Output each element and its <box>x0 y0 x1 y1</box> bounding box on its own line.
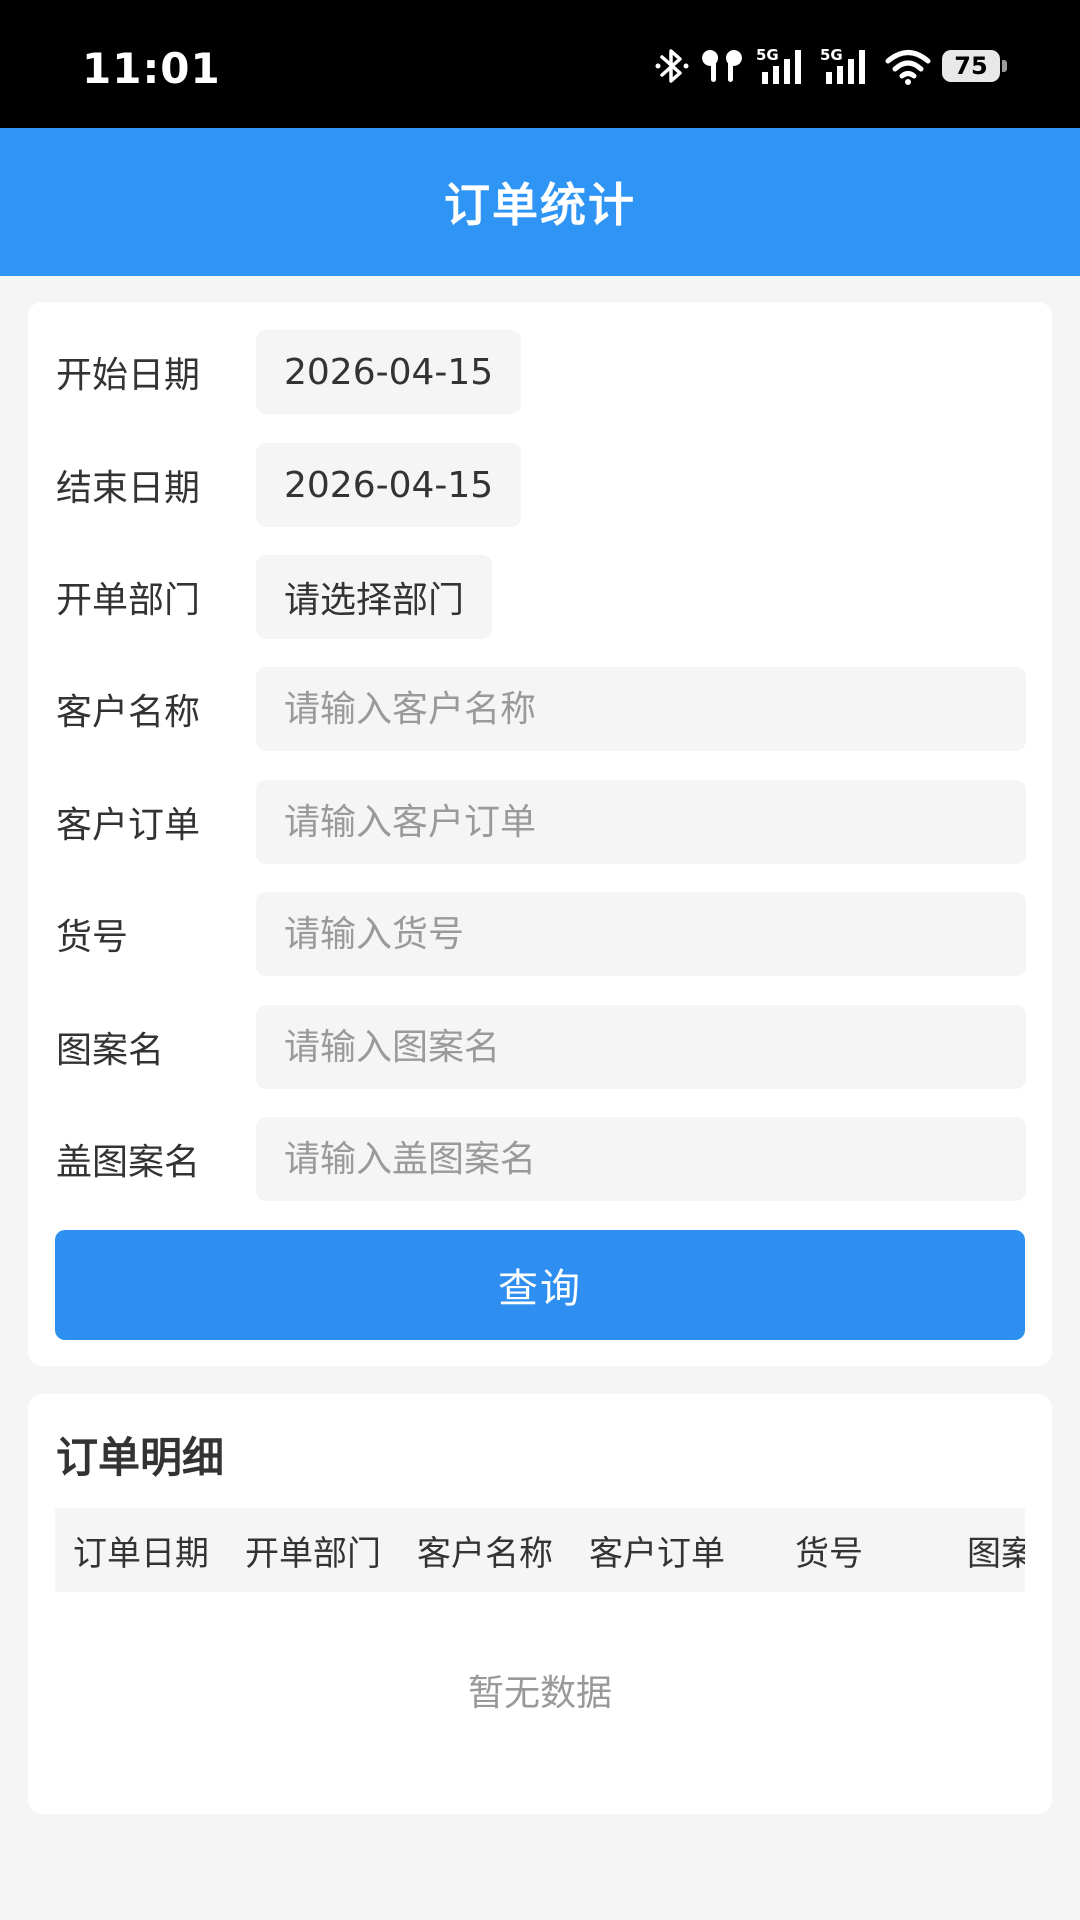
filter-form-card: 开始日期 2026-04-15 结束日期 2026-04-15 开单部门 请选择… <box>28 302 1052 1366</box>
start-date-row: 开始日期 2026-04-15 <box>56 330 522 414</box>
item-no-row: 货号 <box>56 892 1026 976</box>
page-title: 订单统计 <box>444 178 636 232</box>
signal-5g-icon: 5G <box>756 46 801 84</box>
pattern-name-field <box>256 1005 1026 1089</box>
item-no-input[interactable] <box>284 913 998 955</box>
customer-order-input[interactable] <box>284 801 998 843</box>
status-bar: 11:01 5G 5G 75 <box>0 0 1080 128</box>
column-header-customer-name: 客户名称 <box>417 1533 553 1574</box>
cover-pattern-name-input[interactable] <box>284 1138 998 1180</box>
end-date-label: 结束日期 <box>56 468 201 509</box>
customer-name-row: 客户名称 <box>56 667 1026 751</box>
app-header: 订单统计 <box>0 128 1080 276</box>
earbuds-icon <box>702 50 742 82</box>
column-header-customer-order: 客户订单 <box>589 1533 725 1574</box>
customer-order-label: 客户订单 <box>56 805 201 846</box>
customer-order-field <box>256 780 1026 864</box>
signal-label: 5G <box>756 46 779 64</box>
wifi-icon <box>885 50 931 85</box>
signal-label: 5G <box>820 46 843 64</box>
battery-icon: 75 <box>942 50 1007 82</box>
pattern-name-label: 图案名 <box>56 1030 165 1071</box>
cover-pattern-name-row: 盖图案名 <box>56 1117 1026 1201</box>
department-label: 开单部门 <box>56 580 201 621</box>
column-header-item-no: 货号 <box>795 1533 863 1574</box>
status-time: 11:01 <box>82 44 221 93</box>
pattern-name-input[interactable] <box>284 1026 998 1068</box>
start-date-label: 开始日期 <box>56 355 201 396</box>
item-no-field <box>256 892 1026 976</box>
status-icons: 5G 5G 75 <box>654 46 1007 86</box>
empty-state-text: 暂无数据 <box>467 1673 612 1714</box>
table-header[interactable]: 订单日期 开单部门 客户名称 客户订单 货号 图案 <box>55 1508 1025 1592</box>
column-header-order-date: 订单日期 <box>73 1533 209 1574</box>
customer-name-input[interactable] <box>284 688 998 730</box>
order-details-card: 订单明细 订单日期 开单部门 客户名称 客户订单 货号 图案 暂无数据 <box>28 1394 1052 1814</box>
battery-level: 75 <box>954 52 988 80</box>
department-row: 开单部门 请选择部门 <box>56 555 493 639</box>
end-date-picker[interactable]: 2026-04-15 <box>256 443 522 527</box>
column-header-department: 开单部门 <box>245 1533 381 1574</box>
end-date-row: 结束日期 2026-04-15 <box>56 443 522 527</box>
customer-order-row: 客户订单 <box>56 780 1026 864</box>
item-no-label: 货号 <box>56 917 129 958</box>
order-details-title: 订单明细 <box>56 1433 225 1482</box>
customer-name-label: 客户名称 <box>56 692 201 733</box>
column-header-pattern: 图案 <box>967 1533 1025 1574</box>
cover-pattern-name-field <box>256 1117 1026 1201</box>
signal-5g-icon: 5G <box>820 46 865 84</box>
pattern-name-row: 图案名 <box>56 1005 1026 1089</box>
customer-name-field <box>256 667 1026 751</box>
bluetooth-icon <box>655 49 689 83</box>
start-date-picker[interactable]: 2026-04-15 <box>256 330 522 414</box>
query-button[interactable]: 查询 <box>55 1230 1025 1340</box>
cover-pattern-name-label: 盖图案名 <box>56 1142 201 1183</box>
department-select[interactable]: 请选择部门 <box>256 555 493 639</box>
